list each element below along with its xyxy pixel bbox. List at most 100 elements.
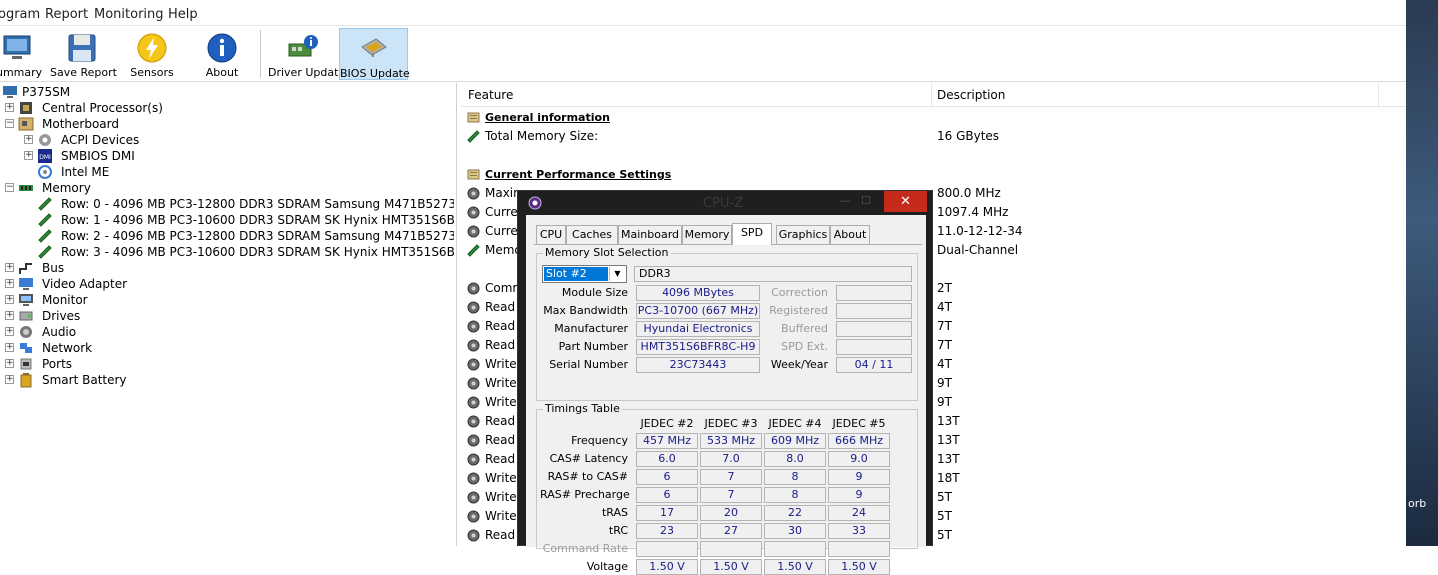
tab-graphics[interactable]: Graphics xyxy=(776,225,830,245)
memory-module-icon xyxy=(38,245,52,259)
feature-value: 4T xyxy=(937,357,952,371)
tree-memory-row-2[interactable]: Row: 2 - 4096 MB PC3-12800 DDR3 SDRAM Sa… xyxy=(24,228,454,244)
device-tree: P375SM + Central Processor(s) − Motherbo… xyxy=(0,83,457,546)
feature-label: Write xyxy=(485,395,517,409)
collapse-icon[interactable]: − xyxy=(5,183,14,192)
timing-value: 6 xyxy=(636,487,698,503)
section-general-information: General information xyxy=(461,108,1406,127)
expand-icon[interactable]: + xyxy=(5,295,14,304)
cpuz-app-icon xyxy=(528,196,542,210)
chevron-down-icon[interactable]: ▼ xyxy=(609,267,625,281)
tree-memory[interactable]: − Memory xyxy=(5,180,305,196)
tree-ports[interactable]: + Ports xyxy=(5,356,305,372)
tree-monitor[interactable]: + Monitor xyxy=(5,292,305,308)
tree-memory-row-1[interactable]: Row: 1 - 4096 MB PC3-10600 DDR3 SDRAM SK… xyxy=(24,212,454,228)
expand-icon[interactable]: + xyxy=(5,279,14,288)
spd-ext-label: SPD Ext. xyxy=(781,340,828,353)
timing-gauge-icon xyxy=(467,453,480,466)
tree-central-processor[interactable]: + Central Processor(s) xyxy=(5,100,305,116)
summary-button[interactable]: ummary xyxy=(0,28,42,80)
timing-value: 1.50 V xyxy=(828,559,890,575)
tree-smart-battery[interactable]: + Smart Battery xyxy=(5,372,305,388)
timing-value: 1.50 V xyxy=(700,559,762,575)
serial-number-label: Serial Number xyxy=(549,358,628,371)
collapse-icon[interactable]: − xyxy=(5,119,14,128)
registered-value xyxy=(836,303,912,319)
driver-update-button[interactable]: Driver Update xyxy=(268,28,345,80)
timing-gauge-icon xyxy=(467,301,480,314)
maximize-icon[interactable]: ☐ xyxy=(861,194,875,208)
timing-value: 9 xyxy=(828,469,890,485)
bios-update-button[interactable]: BIOS Update xyxy=(339,28,410,80)
timing-gauge-icon xyxy=(467,358,480,371)
buffered-label: Buffered xyxy=(781,322,828,335)
tree-intel-me[interactable]: Intel ME xyxy=(24,164,324,180)
tree-audio[interactable]: + Audio xyxy=(5,324,305,340)
tree-smbios-dmi[interactable]: + DMI SMBIOS DMI xyxy=(24,148,324,164)
timing-value: 33 xyxy=(828,523,890,539)
column-separator[interactable] xyxy=(1378,83,1379,107)
timing-gauge-icon xyxy=(467,339,480,352)
sensors-button[interactable]: Sensors xyxy=(124,28,180,80)
memory-slot-group-title: Memory Slot Selection xyxy=(543,246,671,259)
tree-motherboard[interactable]: − Motherboard xyxy=(5,116,305,132)
memory-module-icon xyxy=(38,213,52,227)
battery-icon xyxy=(20,373,32,388)
feature-label: Write xyxy=(485,357,517,371)
cpuz-title-bar[interactable]: CPU-Z — ☐ ✕ xyxy=(518,191,932,215)
tree-network-label: Network xyxy=(42,341,93,355)
expand-icon[interactable]: + xyxy=(5,263,14,272)
expand-icon[interactable]: + xyxy=(5,327,14,336)
tree-video-adapter-label: Video Adapter xyxy=(42,277,128,291)
tab-spd[interactable]: SPD xyxy=(732,223,772,245)
tree-bus[interactable]: + Bus xyxy=(5,260,305,276)
menu-report[interactable]: Report xyxy=(45,7,88,22)
column-description[interactable]: Description xyxy=(937,88,1005,102)
tab-mainboard[interactable]: Mainboard xyxy=(618,225,682,245)
tree-root[interactable]: P375SM xyxy=(0,84,200,100)
cpuz-window: CPU-Z — ☐ ✕ CPU Caches Mainboard Memory … xyxy=(517,190,933,575)
bios-update-label: BIOS Update xyxy=(340,67,410,80)
tree-video-adapter[interactable]: + Video Adapter xyxy=(5,276,305,292)
expand-icon[interactable]: + xyxy=(5,343,14,352)
expand-icon[interactable]: + xyxy=(5,311,14,320)
menu-help[interactable]: Help xyxy=(168,7,198,22)
week-year-label: Week/Year xyxy=(770,358,828,371)
save-report-button[interactable]: Save Report xyxy=(50,28,117,80)
timing-value: 22 xyxy=(764,505,826,521)
tree-ports-label: Ports xyxy=(42,357,73,371)
feature-value: 7T xyxy=(937,338,952,352)
timing-row-label: RAS# Precharge xyxy=(540,488,630,501)
motherboard-icon xyxy=(18,117,34,131)
minimize-icon[interactable]: — xyxy=(840,194,854,208)
column-separator[interactable] xyxy=(931,83,932,107)
feature-row-total-memory[interactable]: Total Memory Size: 16 GBytes xyxy=(461,127,1406,146)
expand-icon[interactable]: + xyxy=(5,359,14,368)
expand-icon[interactable]: + xyxy=(5,103,14,112)
column-feature[interactable]: Feature xyxy=(468,88,513,102)
tab-cpu[interactable]: CPU xyxy=(536,225,566,245)
menu-monitoring[interactable]: Monitoring xyxy=(94,7,164,22)
tab-memory[interactable]: Memory xyxy=(682,225,732,245)
tree-row-0-label: Row: 0 - 4096 MB PC3-12800 DDR3 SDRAM Sa… xyxy=(61,197,454,211)
summary-icon xyxy=(3,35,31,59)
tree-drives[interactable]: + Drives xyxy=(5,308,305,324)
expand-icon[interactable]: + xyxy=(5,375,14,384)
close-button[interactable]: ✕ xyxy=(884,191,927,212)
memory-module-icon xyxy=(38,229,52,243)
tree-acpi-devices[interactable]: + ACPI Devices xyxy=(24,132,324,148)
part-number-value: HMT351S6BFR8C-H9 xyxy=(636,339,760,355)
feature-value: 800.0 MHz xyxy=(937,186,1001,200)
expand-icon[interactable]: + xyxy=(24,135,33,144)
about-button[interactable]: About xyxy=(194,28,250,80)
tree-memory-row-0[interactable]: Row: 0 - 4096 MB PC3-12800 DDR3 SDRAM Sa… xyxy=(24,196,454,212)
feature-value: 13T xyxy=(937,433,960,447)
tab-caches[interactable]: Caches xyxy=(566,225,618,245)
timing-value: 7 xyxy=(700,469,762,485)
tree-memory-row-3[interactable]: Row: 3 - 4096 MB PC3-10600 DDR3 SDRAM SK… xyxy=(24,244,454,260)
slot-select[interactable]: Slot #2 ▼ xyxy=(542,265,627,283)
tab-about[interactable]: About xyxy=(830,225,870,245)
tree-network[interactable]: + Network xyxy=(5,340,305,356)
menu-program[interactable]: ogram xyxy=(0,7,40,22)
expand-icon[interactable]: + xyxy=(24,151,33,160)
